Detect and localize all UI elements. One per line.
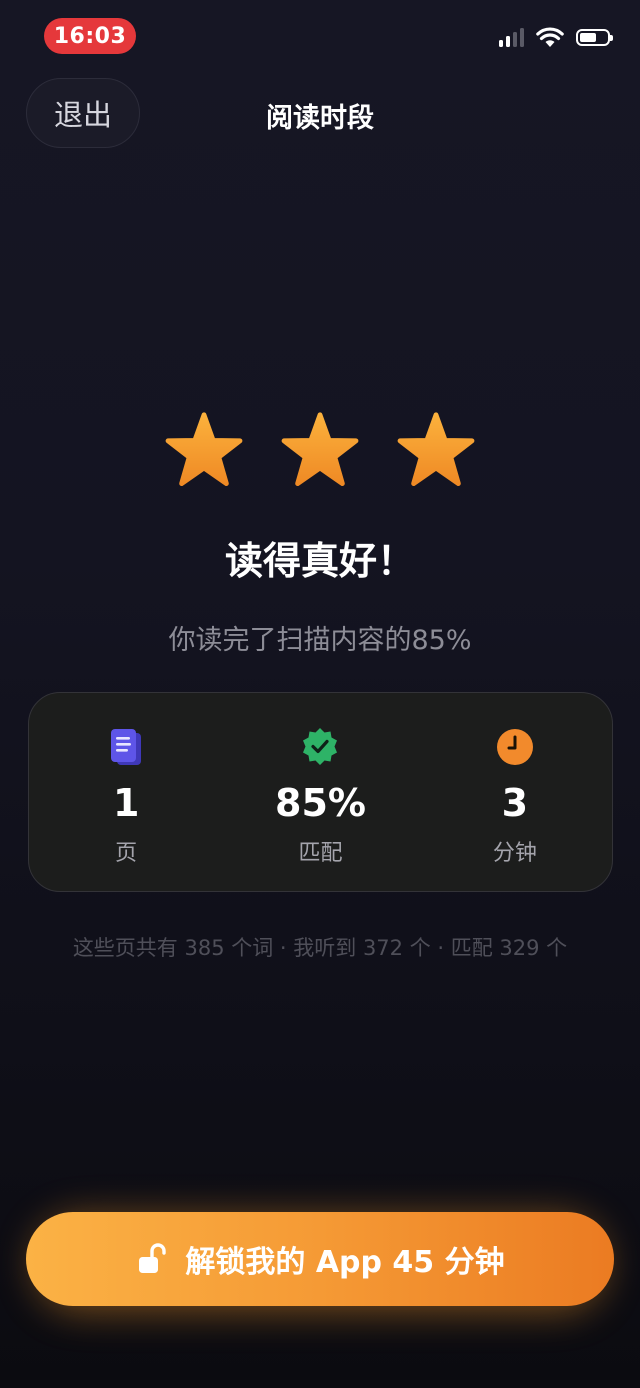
star-icon [281, 412, 359, 486]
status-icons [499, 26, 613, 48]
stat-match-value: 85% [275, 781, 366, 825]
unlock-apps-button[interactable]: 解锁我的 App 45 分钟 [26, 1212, 614, 1306]
stat-minutes-label: 分钟 [492, 841, 537, 866]
battery-icon [576, 28, 613, 46]
unlock-apps-label: 解锁我的 App 45 分钟 [185, 1245, 505, 1280]
stat-minutes: 3 分钟 [418, 693, 612, 891]
document-icon [106, 727, 146, 767]
page-title: 阅读时段 [266, 103, 374, 134]
verified-check-icon [300, 727, 340, 767]
stats-card: 1 页 85% 匹配 3 分钟 [28, 692, 613, 892]
star-icon [397, 412, 475, 486]
stat-pages: 1 页 [29, 693, 223, 891]
word-count-footnote: 这些页共有 385 个词 · 我听到 372 个 · 匹配 329 个 [72, 936, 568, 960]
clock-icon [495, 727, 535, 767]
stat-pages-value: 1 [112, 781, 140, 825]
stat-match: 85% 匹配 [223, 693, 417, 891]
stat-pages-label: 页 [115, 841, 138, 866]
result-headline: 读得真好！ [224, 539, 415, 583]
star-icon [165, 412, 243, 486]
stat-minutes-value: 3 [501, 781, 529, 825]
unlock-icon [139, 1243, 167, 1273]
stat-match-label: 匹配 [298, 841, 343, 866]
cellular-signal-icon [499, 27, 524, 47]
wifi-icon [536, 27, 564, 47]
star-rating [0, 410, 640, 490]
result-subline: 你读完了扫描内容的85% [168, 625, 472, 656]
status-time: 16:03 [44, 18, 136, 54]
